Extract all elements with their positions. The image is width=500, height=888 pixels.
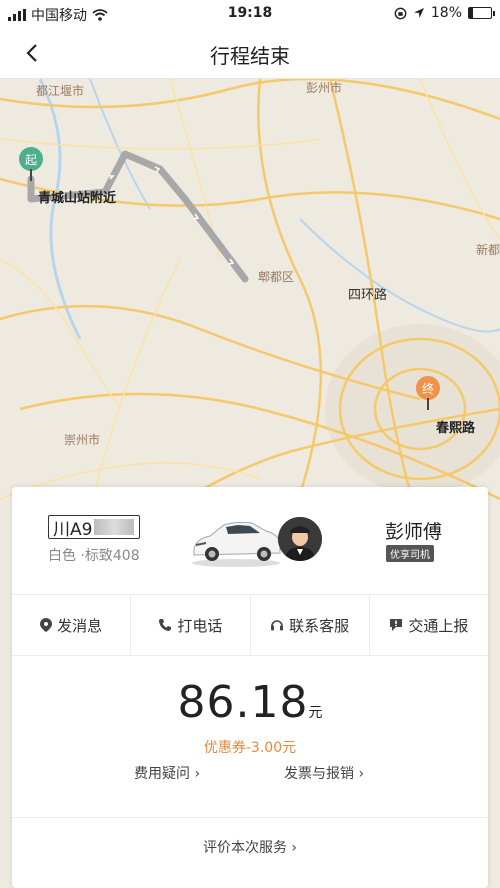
call-button[interactable]: 打电话 <box>131 595 251 655</box>
plate-blur <box>94 519 135 535</box>
send-message-button[interactable]: 发消息 <box>12 595 132 655</box>
status-bar: 中国移动 19:18 18% <box>0 0 500 28</box>
action-label: 打电话 <box>177 616 223 635</box>
location-arrow-icon <box>413 8 424 18</box>
divider <box>12 655 488 656</box>
status-right: 18% <box>394 5 495 21</box>
map-label-pidu: 郫都区 <box>258 270 295 284</box>
fare-links: 费用疑问 › 发票与报销 › <box>12 763 488 783</box>
fare-amount: 86.18元 <box>12 677 488 728</box>
fare-value: 86.18 <box>177 677 309 728</box>
traffic-report-button[interactable]: 交通上报 <box>370 595 488 655</box>
start-pin-stem <box>30 169 32 181</box>
car-description: 白色 ·标致408 <box>48 548 140 564</box>
battery-icon <box>468 7 495 19</box>
report-flag-icon <box>390 619 403 631</box>
orientation-lock-icon <box>394 7 407 19</box>
driver-actions: 发消息 打电话 联系客服 交通上报 <box>12 595 488 655</box>
fare-unit: 元 <box>308 705 323 721</box>
plate-number: 川A9 <box>53 519 93 540</box>
driver-avatar <box>278 517 322 561</box>
location-pin-icon <box>40 618 53 632</box>
headset-icon <box>271 620 284 631</box>
nav-bar: 行程结束 <box>0 28 500 79</box>
map-label-qingcheng: 青城山站附近 <box>38 191 117 206</box>
rate-service-link[interactable]: 评价本次服务 › <box>12 837 488 857</box>
trip-summary-card: 川A9 白色 ·标致408 彭师傅 优享司机 发消息 打电话 联系客服 交通上报… <box>12 487 488 888</box>
license-plate: 川A9 <box>48 515 140 540</box>
end-pin-stem <box>427 398 429 410</box>
action-label: 发消息 <box>57 616 103 635</box>
page-title: 行程结束 <box>210 44 290 68</box>
divider <box>12 817 488 818</box>
car-image <box>192 521 281 567</box>
invoice-link[interactable]: 发票与报销 › <box>284 763 364 783</box>
action-label: 联系客服 <box>289 616 350 635</box>
customer-service-button[interactable]: 联系客服 <box>251 595 370 655</box>
start-pin-icon: 起 <box>19 147 43 171</box>
coupon-discount: 优惠券-3.00元 <box>203 740 297 756</box>
map-label-sihuan: 四环路 <box>348 288 388 303</box>
driver-name: 彭师傅 <box>384 521 442 543</box>
fee-question-link[interactable]: 费用疑问 › <box>134 763 200 783</box>
map-label-xindu: 新都 <box>476 243 500 257</box>
battery-percent: 18% <box>430 5 462 21</box>
phone-icon <box>159 619 172 631</box>
driver-badge: 优享司机 <box>386 545 434 562</box>
end-pin-icon: 终 <box>416 376 440 400</box>
map-label-chongzhou: 崇州市 <box>64 433 101 447</box>
map-label-pengzhou: 彭州市 <box>306 81 343 95</box>
action-label: 交通上报 <box>408 616 469 635</box>
map-label-dujiangyan: 都江堰市 <box>36 84 85 98</box>
map-label-chunxi: 春熙路 <box>436 421 476 436</box>
